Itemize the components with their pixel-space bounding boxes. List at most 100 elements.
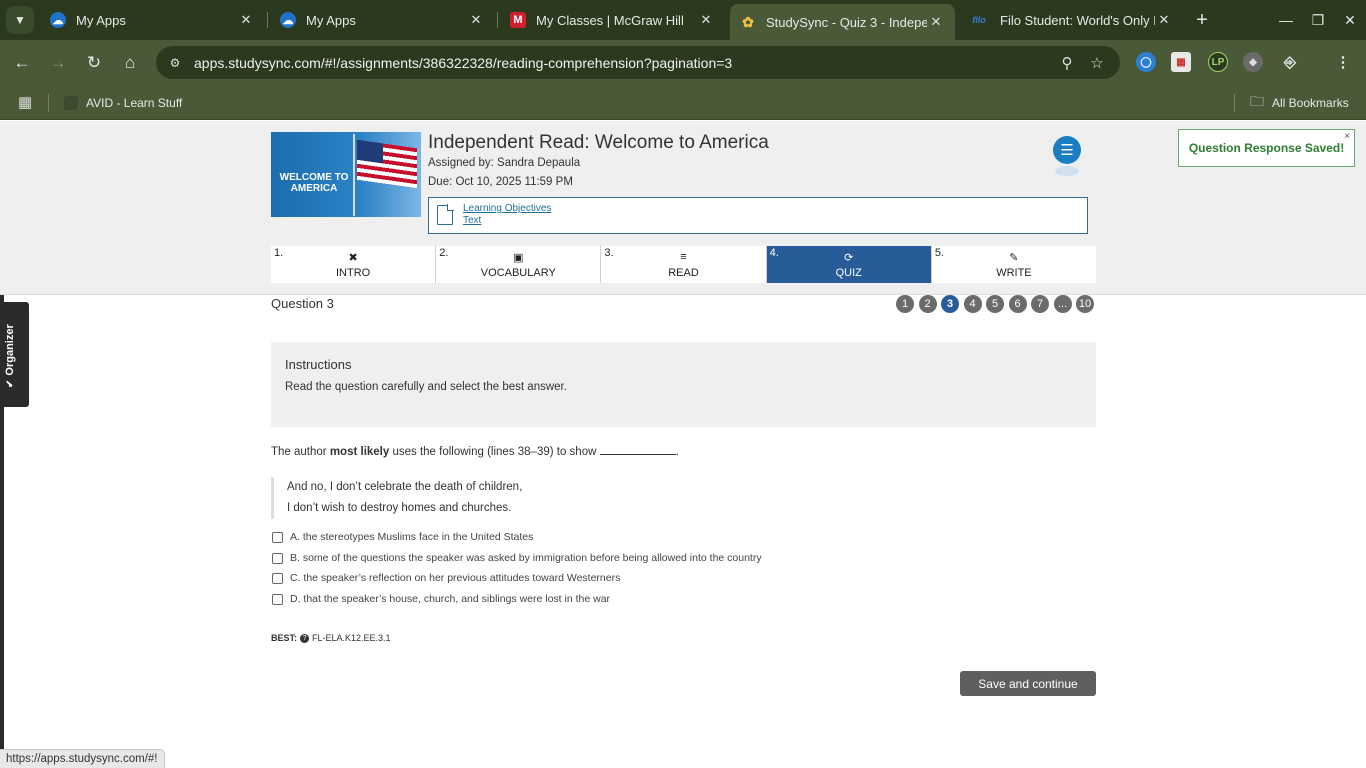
document-icon bbox=[437, 204, 454, 225]
window-close-icon[interactable]: ✕ bbox=[1335, 8, 1365, 32]
assignment-title: Independent Read: Welcome to America bbox=[428, 132, 769, 153]
bookmarks-bar: ▦ AVID - Learn Stuff 🗀 All Bookmarks bbox=[0, 86, 1366, 120]
close-icon[interactable]: ✕ bbox=[927, 14, 945, 30]
page-button[interactable]: 4 bbox=[963, 295, 982, 313]
mcgraw-hill-icon: M bbox=[510, 12, 526, 28]
site-settings-icon[interactable]: ⚙ bbox=[164, 56, 186, 70]
filo-icon: filo bbox=[972, 15, 986, 25]
status-bar-url: https://apps.studysync.com/#! bbox=[0, 749, 165, 768]
page-ellipsis[interactable]: ... bbox=[1053, 295, 1072, 313]
step-label: READ bbox=[668, 267, 699, 279]
all-bookmarks[interactable]: 🗀 All Bookmarks bbox=[1250, 86, 1349, 120]
security-extension-icon[interactable]: ◆ bbox=[1243, 52, 1263, 72]
hamburger-menu-icon[interactable]: ☰ bbox=[1053, 136, 1081, 164]
onedrive-icon: ☁ bbox=[50, 12, 66, 28]
lp-extension-icon[interactable]: LP bbox=[1208, 52, 1228, 72]
browser-tab-4-active[interactable]: ✿ StudySync - Quiz 3 - Independ ✕ bbox=[730, 4, 955, 40]
choice-label[interactable]: B. some of the questions the speaker was… bbox=[290, 552, 762, 564]
restore-icon[interactable]: ❐ bbox=[1303, 8, 1333, 32]
prompt-text: uses the following (lines 38–39) to show bbox=[389, 446, 600, 458]
home-icon[interactable]: ⌂ bbox=[116, 49, 144, 77]
answer-choice-c[interactable]: C. the speaker’s reflection on her previ… bbox=[271, 570, 620, 586]
back-arrow-icon[interactable]: ← bbox=[8, 49, 36, 77]
toast-message: Question Response Saved! bbox=[1188, 141, 1345, 155]
step-vocabulary[interactable]: 2. ▣ VOCABULARY bbox=[436, 246, 602, 283]
browser-tab-3[interactable]: M My Classes | McGraw Hill ✕ bbox=[500, 5, 725, 35]
browser-tab-1[interactable]: ☁ My Apps ✕ bbox=[40, 5, 265, 35]
calendar-extension-icon[interactable]: ▦ bbox=[1171, 52, 1191, 72]
choice-label[interactable]: D. that the speaker’s house, church, and… bbox=[290, 593, 610, 605]
choice-checkbox[interactable] bbox=[272, 552, 283, 564]
folder-icon: 🗀 bbox=[1250, 93, 1264, 109]
url-text[interactable]: apps.studysync.com/#!/assignments/386322… bbox=[194, 55, 1052, 71]
answer-choice-a[interactable]: A. the stereotypes Muslims face in the U… bbox=[271, 529, 533, 545]
question-pagination: 1 2 3 4 5 6 7 ... 10 bbox=[896, 295, 1094, 313]
tab-separator bbox=[267, 12, 268, 28]
all-bookmarks-label: All Bookmarks bbox=[1272, 96, 1349, 110]
extensions-puzzle-icon[interactable]: ⎆ bbox=[1280, 52, 1300, 72]
info-icon[interactable]: ? bbox=[300, 633, 310, 643]
tab-search-dropdown-icon[interactable]: ▼ bbox=[6, 6, 34, 34]
choice-label[interactable]: C. the speaker’s reflection on her previ… bbox=[290, 572, 620, 584]
choice-label[interactable]: A. the stereotypes Muslims face in the U… bbox=[290, 531, 533, 543]
more-menu-icon[interactable]: ⋮ bbox=[1333, 52, 1353, 72]
close-icon[interactable]: ✕ bbox=[237, 12, 255, 28]
browser-tab-5[interactable]: filo Filo Student: World's Only Liv ✕ bbox=[958, 5, 1183, 35]
organizer-tab[interactable]: Organizer bbox=[0, 302, 29, 407]
intro-icon: ✖ bbox=[348, 252, 358, 264]
page-button[interactable]: 6 bbox=[1008, 295, 1027, 313]
new-tab-button[interactable]: + bbox=[1190, 8, 1214, 32]
quote-line: I don’t wish to destroy homes and church… bbox=[287, 502, 512, 514]
close-icon[interactable]: ✕ bbox=[697, 12, 715, 28]
flag-pole bbox=[353, 134, 355, 216]
prompt-text: The author bbox=[271, 446, 330, 458]
organizer-label: Organizer bbox=[4, 324, 16, 388]
page-button-current[interactable]: 3 bbox=[941, 295, 959, 313]
address-bar[interactable]: ⚙ apps.studysync.com/#!/assignments/3863… bbox=[156, 46, 1120, 79]
choice-checkbox[interactable] bbox=[272, 572, 283, 584]
apps-grid-icon[interactable]: ▦ bbox=[18, 93, 36, 111]
text-link[interactable]: Text bbox=[463, 215, 481, 226]
choice-checkbox[interactable] bbox=[272, 531, 283, 543]
instructions-panel: Instructions Read the question carefully… bbox=[271, 342, 1096, 427]
tab-title: Filo Student: World's Only Liv bbox=[1000, 12, 1155, 28]
page-button[interactable]: 2 bbox=[918, 295, 937, 313]
close-icon[interactable]: ✕ bbox=[1155, 12, 1173, 28]
step-label: INTRO bbox=[335, 267, 371, 279]
page-button[interactable]: 1 bbox=[896, 295, 914, 313]
minimize-icon[interactable]: — bbox=[1271, 8, 1301, 32]
answer-choice-b[interactable]: B. some of the questions the speaker was… bbox=[271, 550, 762, 566]
forward-arrow-icon[interactable]: → bbox=[44, 49, 72, 77]
choice-checkbox[interactable] bbox=[272, 593, 283, 605]
standard-tag: BEST: ? FL-ELA.K12.EE.3.1 bbox=[271, 633, 391, 643]
question-prompt: The author most likely uses the followin… bbox=[271, 446, 679, 458]
vocabulary-icon: ▣ bbox=[513, 252, 524, 264]
assigned-by: Assigned by: Sandra Depaula bbox=[428, 157, 581, 169]
american-flag-icon bbox=[357, 139, 417, 189]
close-icon[interactable]: ✕ bbox=[467, 12, 485, 28]
save-and-continue-button[interactable]: Save and continue bbox=[960, 671, 1096, 696]
page-button[interactable]: 5 bbox=[986, 295, 1004, 313]
browser-tab-2[interactable]: ☁ My Apps ✕ bbox=[270, 5, 495, 35]
learning-objectives-link[interactable]: Learning Objectives bbox=[463, 203, 551, 214]
instructions-title: Instructions bbox=[285, 357, 352, 372]
bookmark-star-icon[interactable]: ☆ bbox=[1082, 54, 1112, 72]
zoom-icon[interactable]: ⚲ bbox=[1052, 54, 1082, 72]
step-quiz[interactable]: 4. ⟳ QUIZ bbox=[766, 246, 932, 283]
step-intro[interactable]: 1. ✖ INTRO bbox=[271, 246, 437, 283]
reload-icon[interactable]: ↻ bbox=[80, 49, 108, 77]
question-title: Question 3 bbox=[271, 296, 334, 311]
step-label: WRITE bbox=[996, 267, 1032, 279]
tab-title: My Apps bbox=[76, 12, 126, 28]
prompt-emphasis: most likely bbox=[329, 446, 390, 458]
page-button[interactable]: 7 bbox=[1031, 295, 1049, 313]
answer-choice-d[interactable]: D. that the speaker’s house, church, and… bbox=[271, 591, 610, 607]
bookmark-avid[interactable]: AVID - Learn Stuff bbox=[64, 86, 182, 120]
learning-objectives-box: Learning Objectives Text bbox=[428, 197, 1088, 234]
step-write[interactable]: 5. ✎ WRITE bbox=[931, 246, 1097, 283]
shield-extension-icon[interactable]: ◯ bbox=[1136, 52, 1156, 72]
step-read[interactable]: 3. ≡ READ bbox=[601, 246, 767, 283]
page-button[interactable]: 10 bbox=[1076, 295, 1094, 313]
step-label: QUIZ bbox=[835, 267, 862, 279]
toast-close-icon[interactable]: × bbox=[1344, 131, 1350, 142]
